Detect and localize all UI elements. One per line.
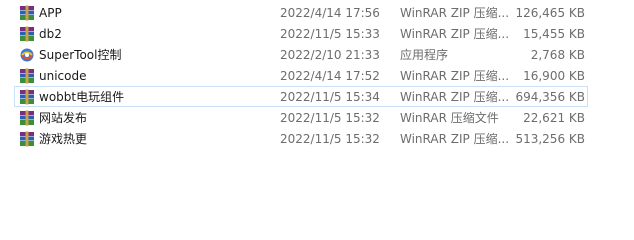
file-name: 游戏热更 [39,132,88,146]
file-row-supertool[interactable]: SuperTool控制 2022/2/10 21:33 应用程序 2,768 K… [14,44,588,65]
file-modified: 2022/4/14 17:56 [280,5,380,20]
file-size: 16,900 KB [523,68,585,83]
file-modified: 2022/11/5 15:32 [280,110,380,125]
file-type: WinRAR ZIP 压缩... [400,132,508,146]
file-type: WinRAR ZIP 压缩... [400,90,508,104]
file-size: 2,768 KB [530,47,585,62]
application-icon [19,47,35,63]
winrar-archive-icon [19,110,35,126]
file-list: APP 2022/4/14 17:56 WinRAR ZIP 压缩... 126… [0,2,634,149]
file-size: 15,455 KB [523,26,585,41]
file-row-website-publish[interactable]: 网站发布 2022/11/5 15:32 WinRAR 压缩文件 22,621 … [14,107,588,128]
file-modified: 2022/4/14 17:52 [280,68,380,83]
file-name: APP [39,5,62,20]
file-name: wobbt电玩组件 [39,90,125,104]
file-size: 22,621 KB [523,110,585,125]
file-type: WinRAR ZIP 压缩... [400,69,508,83]
file-name: SuperTool控制 [39,48,122,62]
winrar-zip-icon [19,68,35,84]
file-type: WinRAR ZIP 压缩... [400,6,508,20]
winrar-zip-icon [19,89,35,105]
winrar-zip-icon [19,26,35,42]
file-modified: 2022/11/5 15:32 [280,131,380,146]
file-row-db2[interactable]: db2 2022/11/5 15:33 WinRAR ZIP 压缩... 15,… [14,23,588,44]
winrar-zip-icon [19,5,35,21]
file-row-unicode[interactable]: unicode 2022/4/14 17:52 WinRAR ZIP 压缩...… [14,65,588,86]
file-size: 513,256 KB [515,131,585,146]
file-name: db2 [39,26,62,41]
file-name: 网站发布 [39,111,88,125]
file-size: 126,465 KB [515,5,585,20]
file-type: 应用程序 [400,48,449,62]
file-row-app[interactable]: APP 2022/4/14 17:56 WinRAR ZIP 压缩... 126… [14,2,588,23]
winrar-zip-icon [19,131,35,147]
file-size: 694,356 KB [515,89,585,104]
file-name: unicode [39,68,87,83]
file-modified: 2022/11/5 15:33 [280,26,380,41]
file-row-wobbt[interactable]: wobbt电玩组件 2022/11/5 15:34 WinRAR ZIP 压缩.… [14,86,588,107]
file-modified: 2022/2/10 21:33 [280,47,380,62]
file-type: WinRAR 压缩文件 [400,111,499,125]
file-type: WinRAR ZIP 压缩... [400,27,508,41]
file-row-game-hotupdate[interactable]: 游戏热更 2022/11/5 15:32 WinRAR ZIP 压缩... 51… [14,128,588,149]
file-modified: 2022/11/5 15:34 [280,89,380,104]
